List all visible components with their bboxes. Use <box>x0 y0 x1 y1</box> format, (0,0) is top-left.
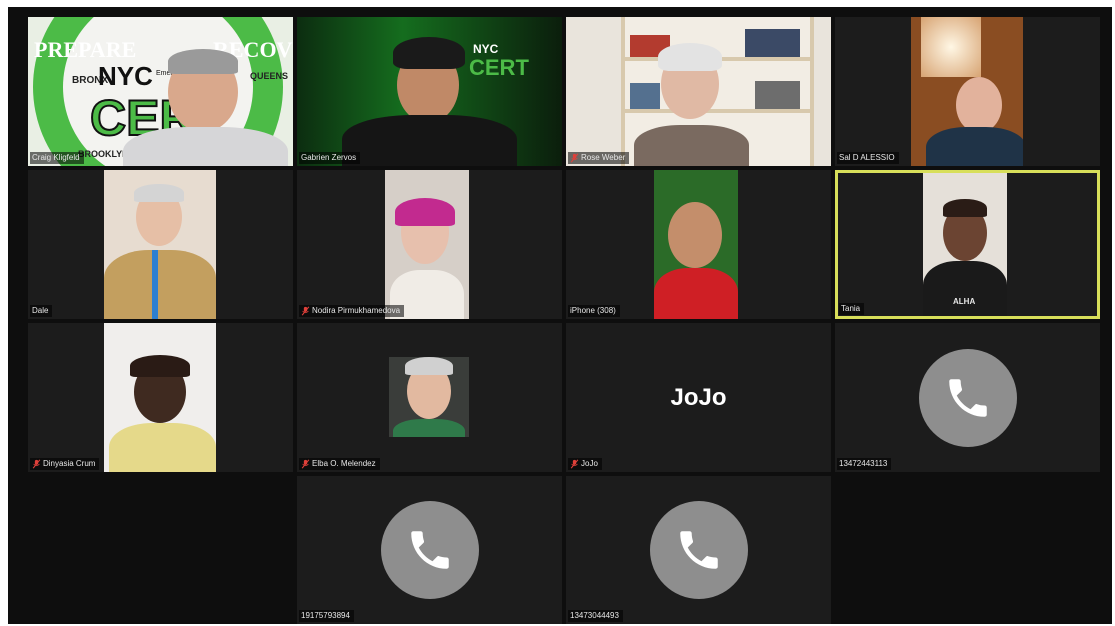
meeting-gallery: PREPARE RECOVER. BRONX QUEENS NYC Emerge… <box>8 7 1112 624</box>
participant-name-label: Tania <box>839 303 865 315</box>
participant-avatar-name: JoJo <box>670 383 727 411</box>
borough-right-text: QUEENS <box>250 71 288 81</box>
participant-name-label: 13472443113 <box>837 458 892 470</box>
participant-name-label: iPhone (308) <box>568 305 620 317</box>
participant-name-label: Nodira Pirmukhamedova <box>299 305 405 317</box>
participant-name-label: Dinyasia Crum <box>30 458 100 470</box>
video-feed <box>389 357 469 437</box>
video-feed <box>104 323 216 472</box>
video-tile-iphone-308[interactable]: iPhone (308) <box>566 170 831 319</box>
participant-name-label: Dale <box>30 305 53 317</box>
borough-bottom-text: BROOKLYN <box>78 149 129 159</box>
video-feed <box>385 170 469 319</box>
microphone-muted-icon <box>570 459 579 469</box>
microphone-muted-icon <box>301 306 310 316</box>
participant-name-label: Sal D ALESSIO <box>837 152 899 164</box>
participant-name-label: Gabrien Zervos <box>299 152 361 164</box>
phone-tile-13472443113[interactable]: 13472443113 <box>835 323 1100 472</box>
participant-name-label: JoJo <box>568 458 602 470</box>
microphone-muted-icon <box>570 153 579 163</box>
phone-user-avatar <box>649 501 748 599</box>
participant-name-label: 13473044493 <box>568 610 623 622</box>
video-feed: ALHA <box>923 173 1007 316</box>
video-tile-tania-active-speaker[interactable]: ALHA Tania <box>835 170 1100 319</box>
participant-name-label: Craig Kligfeld <box>30 152 84 164</box>
cert-logo-text: CERT <box>469 55 529 80</box>
banner-left-text: PREPARE <box>34 37 136 62</box>
phone-handset-icon <box>948 378 987 417</box>
video-feed <box>566 17 831 166</box>
phone-tile-13473044493[interactable]: 13473044493 <box>566 476 831 624</box>
participant-name-label: Rose Weber <box>568 152 630 164</box>
video-tile-nodira[interactable]: Nodira Pirmukhamedova <box>297 170 562 319</box>
phone-tile-19175793894[interactable]: 19175793894 <box>297 476 562 624</box>
video-feed <box>654 170 738 319</box>
video-tile-rose[interactable]: Rose Weber <box>566 17 831 166</box>
phone-handset-icon <box>410 531 449 569</box>
video-feed <box>911 17 1023 166</box>
video-tile-dinyasia[interactable]: Dinyasia Crum <box>28 323 293 472</box>
nyc-logo-text: NYC <box>473 42 499 56</box>
video-tile-elba[interactable]: Elba O. Melendez <box>297 323 562 472</box>
microphone-muted-icon <box>301 459 310 469</box>
video-tile-dale[interactable]: Dale <box>28 170 293 319</box>
participant-name-label: 19175793894 <box>299 610 354 622</box>
video-feed <box>104 170 216 319</box>
phone-user-avatar <box>380 501 479 599</box>
video-feed: PREPARE RECOVER. BRONX QUEENS NYC Emerge… <box>28 17 293 166</box>
phone-user-avatar <box>918 348 1017 447</box>
video-tile-gabrien[interactable]: NYC CERT Gabrien Zervos <box>297 17 562 166</box>
video-tile-craig[interactable]: PREPARE RECOVER. BRONX QUEENS NYC Emerge… <box>28 17 293 166</box>
video-feed: NYC CERT <box>297 17 562 166</box>
phone-handset-icon <box>679 531 718 569</box>
video-tile-jojo[interactable]: JoJo JoJo <box>566 323 831 472</box>
video-tile-sal[interactable]: Sal D ALESSIO <box>835 17 1100 166</box>
participant-name-label: Elba O. Melendez <box>299 458 380 470</box>
microphone-muted-icon <box>32 459 41 469</box>
shirt-text: ALHA <box>953 297 976 306</box>
nyc-logo-text: NYC <box>98 61 153 91</box>
